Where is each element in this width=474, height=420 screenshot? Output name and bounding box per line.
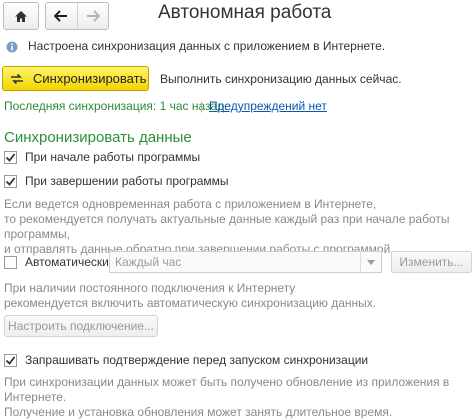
separator: | (200, 99, 204, 113)
checkmark-icon (5, 176, 16, 186)
home-button[interactable] (3, 2, 39, 30)
change-schedule-button[interactable]: Изменить... (391, 251, 472, 273)
forward-button[interactable] (76, 3, 109, 29)
hint-line: Если ведется одновременная работа с прил… (4, 197, 377, 211)
navigation-group (45, 2, 109, 30)
auto-label: Автоматически: (25, 255, 113, 269)
hint-line: то рекомендуется получать актуальные дан… (4, 212, 450, 241)
configure-connection-button[interactable]: Настроить подключение... (4, 315, 158, 337)
arrow-right-icon (86, 10, 100, 22)
hint-line: При наличии постоянного подключения к Ин… (4, 281, 296, 295)
auto-hint: При наличии постоянного подключения к Ин… (4, 281, 376, 311)
last-sync-text: Последняя синхронизация: 1 час назад. (4, 99, 228, 113)
dropdown-button[interactable] (360, 252, 381, 272)
arrow-left-icon (54, 10, 68, 22)
sync-hint: Если ведется одновременная работа с прил… (4, 197, 474, 257)
on-start-row: При начале работы программы (4, 150, 200, 164)
confirm-row: Запрашивать подтверждение перед запуском… (4, 353, 368, 367)
hint-line: При синхронизации данных может быть полу… (4, 375, 450, 404)
sync-icon (11, 73, 23, 84)
update-hint: При синхронизации данных может быть полу… (4, 375, 474, 420)
schedule-select-value: Каждый час (115, 255, 182, 269)
synchronize-button-label: Синхронизировать (33, 71, 147, 86)
info-text: Настроена синхронизация данных с приложе… (28, 39, 386, 53)
chevron-down-icon (367, 259, 375, 265)
on-exit-row: При завершении работы программы (4, 174, 229, 188)
section-title: Синхронизировать данные (4, 129, 192, 146)
auto-checkbox[interactable] (4, 255, 17, 269)
back-button[interactable] (46, 3, 77, 29)
window-title: Автономная работа (158, 2, 332, 23)
auto-row: Автоматически: (4, 255, 112, 269)
on-start-checkbox[interactable] (4, 150, 17, 164)
home-icon (15, 10, 27, 22)
hint-line: Получение и установка обновления может з… (4, 405, 393, 419)
hint-line: рекомендуется включить автоматическую си… (4, 296, 377, 310)
schedule-select[interactable]: Каждый час (109, 251, 382, 273)
checkmark-icon (5, 152, 16, 162)
on-exit-label: При завершении работы программы (25, 174, 229, 188)
confirm-label: Запрашивать подтверждение перед запуском… (25, 353, 369, 367)
on-start-label: При начале работы программы (25, 150, 201, 164)
checkmark-icon (5, 355, 16, 365)
synchronize-button[interactable]: Синхронизировать (2, 66, 149, 91)
warnings-link[interactable]: Предупреждений нет (209, 99, 327, 113)
confirm-checkbox[interactable] (4, 353, 17, 367)
info-icon (6, 40, 18, 58)
sync-description: Выполнить синхронизацию данных сейчас. (160, 72, 402, 86)
on-exit-checkbox[interactable] (4, 174, 17, 188)
